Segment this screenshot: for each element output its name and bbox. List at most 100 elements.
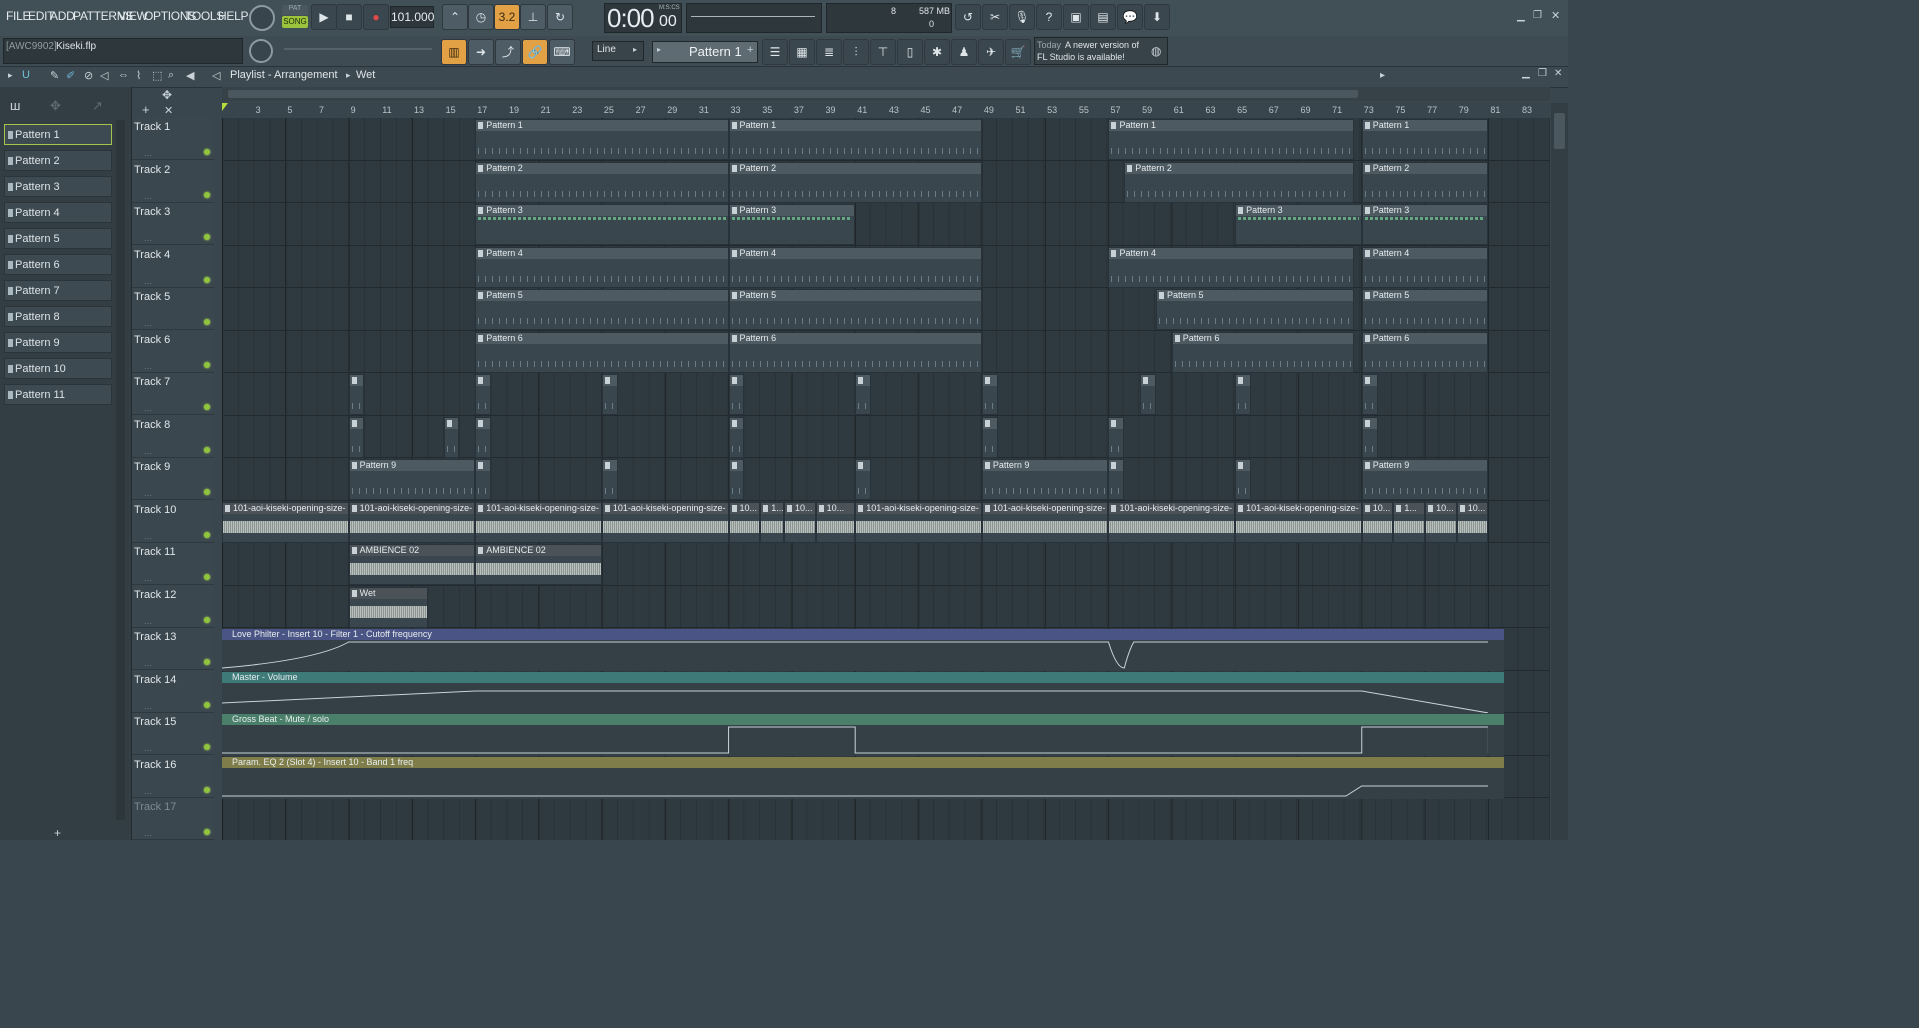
playlist-clip[interactable]: 101-aoi-kiseki-opening-size- — [855, 501, 982, 543]
track-menu-icon[interactable]: ... — [144, 828, 152, 838]
menu-help[interactable]: HELP — [218, 9, 248, 23]
cut-button[interactable]: ✂ — [982, 4, 1008, 30]
blend-notes-button[interactable]: ⊥ — [520, 4, 546, 30]
track-header[interactable]: Track 10... — [132, 501, 214, 543]
playlist-clip[interactable] — [1235, 459, 1251, 500]
scroll-thumb[interactable] — [228, 90, 1358, 98]
playlist-clip[interactable]: Pattern 3 — [1361, 204, 1489, 245]
track-mute-led[interactable] — [204, 786, 210, 793]
countdown-button[interactable]: 3.2 — [494, 4, 520, 30]
track-mute-led[interactable] — [204, 191, 210, 198]
pencil-icon[interactable]: ✎ — [50, 69, 59, 82]
pattern-item[interactable]: Pattern 7 — [4, 280, 112, 301]
track-menu-icon[interactable]: ... — [144, 403, 152, 413]
track-header[interactable]: Track 5... — [132, 288, 214, 330]
menu-file[interactable]: FILE — [6, 9, 30, 23]
track-header[interactable]: Track 6... — [132, 331, 214, 373]
download-button[interactable]: ⬇ — [1144, 4, 1170, 30]
pattern-item[interactable]: Pattern 10 — [4, 358, 112, 379]
speaker-icon[interactable]: ◁ — [212, 69, 220, 82]
playlist-clip[interactable]: Pattern 3 — [1235, 204, 1362, 245]
playlist-view-button[interactable]: ☰ — [762, 39, 788, 65]
pattern-item[interactable]: Pattern 6 — [4, 254, 112, 275]
track-mute-led[interactable] — [204, 446, 210, 453]
arrangement-grid[interactable]: Pattern 1 Pattern 1 Pattern 1 Pattern 1 Patt… — [222, 118, 1550, 840]
playlist-clip[interactable] — [1140, 374, 1156, 415]
piano-icon[interactable]: ш — [10, 98, 20, 113]
performance-button[interactable]: ♟ — [951, 39, 977, 65]
pattern-selector[interactable]: ▸ Pattern 1 + — [652, 41, 758, 63]
pattern-item[interactable]: Pattern 9 — [4, 332, 112, 353]
pat-mode-toggle[interactable]: PAT — [282, 5, 308, 15]
playlist-clip[interactable]: Pattern 9 — [1361, 459, 1489, 500]
track-menu-icon[interactable]: ... — [144, 573, 152, 583]
playlist-clip[interactable]: 101-aoi-kiseki-opening-size- — [475, 501, 602, 543]
track-mute-led[interactable] — [204, 319, 210, 325]
clip-icon[interactable]: ✥ — [50, 98, 61, 114]
mixer-button[interactable]: ⫶ — [843, 39, 869, 65]
playlist-clip[interactable] — [601, 459, 618, 500]
play-button[interactable]: ▶ — [311, 4, 337, 30]
playlist-clip[interactable]: Pattern 9 — [981, 459, 1109, 500]
maximize-panel-icon[interactable]: ❐ — [1538, 68, 1547, 79]
playlist-clip[interactable]: 101-aoi-kiseki-opening-size- — [981, 501, 1109, 543]
playlist-clip[interactable]: Pattern 5 — [728, 289, 982, 330]
chat-button[interactable]: 💬 — [1117, 4, 1143, 30]
zoom-icon[interactable]: ⌕ — [168, 69, 174, 82]
playlist-clip[interactable] — [1108, 416, 1125, 458]
vertical-scrollbar[interactable] — [1551, 103, 1568, 840]
close-window-icon[interactable]: ✕ — [1551, 9, 1560, 22]
chevron-down-icon[interactable]: ▸ — [1380, 70, 1385, 81]
playlist-clip[interactable]: Pattern 2 — [728, 161, 982, 203]
track-menu-icon[interactable]: ... — [144, 658, 152, 668]
pattern-item[interactable]: Pattern 8 — [4, 306, 112, 327]
playlist-clip[interactable]: Pattern 4 — [475, 246, 729, 288]
playlist-clip[interactable] — [601, 374, 618, 415]
playlist-clip[interactable]: 10... — [783, 501, 816, 543]
playlist-clip[interactable]: Pattern 4 — [1361, 246, 1489, 288]
track-header[interactable]: Track 1... — [132, 118, 214, 160]
track-mute-led[interactable] — [204, 574, 210, 580]
stop-button[interactable]: ■ — [336, 4, 362, 30]
pattern-item[interactable]: Pattern 2 — [4, 150, 112, 171]
track-header[interactable]: Track 15... — [132, 713, 214, 755]
playlist-clip[interactable]: Pattern 1 — [1361, 119, 1489, 160]
song-mode-toggle[interactable]: SONG — [282, 16, 308, 28]
playlist-clip[interactable]: Pattern 5 — [1361, 289, 1489, 330]
loop-record-button[interactable]: ↻ — [547, 4, 573, 30]
touch-controller-button[interactable]: ✱ — [924, 39, 950, 65]
track-menu-icon[interactable]: ... — [144, 233, 152, 243]
track-menu-icon[interactable]: ... — [144, 531, 152, 541]
playlist-clip[interactable]: 101-aoi-kiseki-opening-size- — [1108, 501, 1236, 543]
save-button[interactable]: ▣ — [1063, 4, 1089, 30]
track-mute-led[interactable] — [204, 701, 210, 708]
playlist-clip[interactable]: 101-aoi-kiseki-opening-size- — [1235, 501, 1362, 543]
slice-icon[interactable]: ⌇ — [136, 69, 141, 82]
playlist-clip[interactable]: 10... — [815, 501, 856, 543]
playlist-clip[interactable]: AMBIENCE 02 — [475, 544, 602, 585]
playlist-clip[interactable]: Pattern 3 — [475, 204, 729, 245]
playlist-clip[interactable] — [981, 374, 998, 415]
track-header[interactable]: Track 9... — [132, 458, 214, 500]
automation-clip[interactable]: Gross Beat - Mute / solo — [222, 714, 1505, 756]
playlist-clip[interactable]: Pattern 4 — [728, 246, 982, 288]
master-pitch-knob[interactable] — [249, 39, 273, 63]
playback-icon[interactable]: ◀ — [186, 69, 194, 82]
track-mute-led[interactable] — [204, 744, 210, 750]
playlist-clip[interactable] — [475, 416, 492, 458]
playlist-clip[interactable]: 1... — [760, 501, 784, 543]
track-header[interactable]: Track 13... — [132, 628, 214, 670]
plugin-picker-button[interactable]: ⊤ — [870, 39, 896, 65]
playlist-clip[interactable]: Pattern 5 — [1155, 289, 1354, 330]
browser-button[interactable]: ▯ — [897, 39, 923, 65]
playlist-clip[interactable] — [1108, 459, 1125, 500]
mute-icon[interactable]: ◁ — [100, 69, 108, 82]
playlist-clip[interactable]: 101-aoi-kiseki-opening-size- — [222, 501, 349, 543]
track-mute-led[interactable] — [204, 489, 210, 495]
picker-scrollbar[interactable] — [116, 120, 125, 820]
help-button[interactable]: ? — [1036, 4, 1062, 30]
playlist-clip[interactable] — [1361, 416, 1378, 458]
chevron-right-icon[interactable]: ▸ — [8, 70, 13, 81]
playlist-clip[interactable] — [855, 459, 872, 500]
track-mute-led[interactable] — [204, 531, 210, 538]
